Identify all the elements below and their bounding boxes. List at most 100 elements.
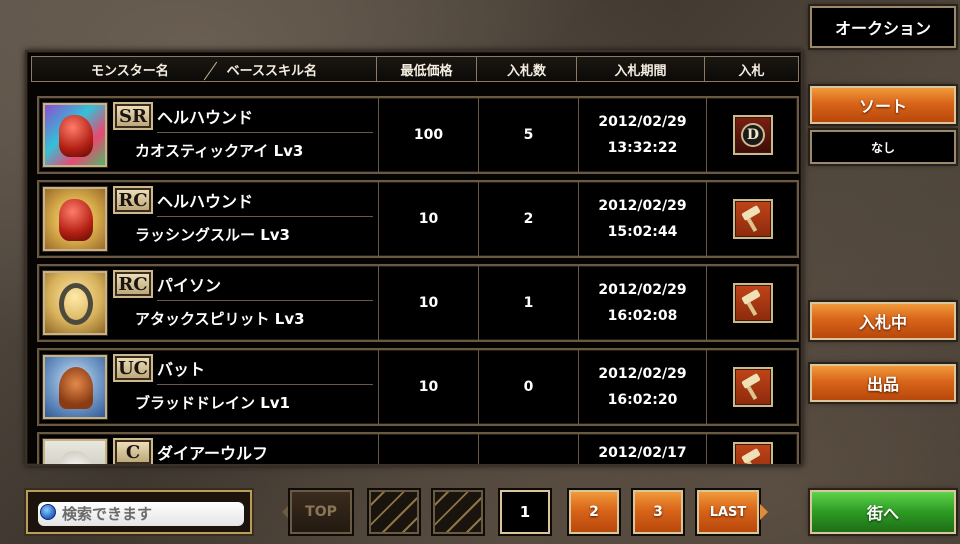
bid-time: 13:32:22	[607, 140, 678, 156]
page-last-button[interactable]: LAST	[697, 490, 759, 534]
hammer-icon	[740, 373, 766, 401]
table-row[interactable]: RC ヘルハウンド ラッシングスルー Lv3 10 2 2012/02/29 1…	[37, 180, 799, 258]
rarity-badge: UC	[113, 354, 153, 382]
sort-value-text: なし	[870, 140, 895, 155]
bid-time: 15:02:44	[607, 224, 678, 240]
bid-date: 2012/02/29	[598, 114, 687, 130]
monster-cell: RC パイソン アタックスピリット Lv3	[39, 266, 379, 340]
bid-count: 2	[479, 182, 579, 256]
bid-period: 2012/02/17	[579, 434, 707, 464]
bid-button[interactable]	[733, 199, 773, 239]
bid-action-cell	[707, 350, 799, 424]
search-icon	[40, 504, 56, 520]
bid-action-cell	[707, 266, 799, 340]
monster-name: ダイアーウルフ	[157, 444, 269, 463]
page-prev-placeholder	[369, 490, 419, 534]
table-row[interactable]: SR ヘルハウンド カオスティックアイ Lv3 100 5 2012/02/29…	[37, 96, 799, 174]
page-2-label: 2	[589, 504, 599, 520]
monster-name: ヘルハウンド	[157, 192, 254, 211]
bidding-button-label: 入札中	[858, 313, 907, 332]
min-price: 10	[379, 182, 479, 256]
page-current-label: 1	[519, 503, 531, 521]
page-2-button[interactable]: 2	[569, 490, 619, 534]
rarity-badge: RC	[113, 186, 153, 214]
hammer-icon	[740, 448, 766, 464]
bid-button[interactable]	[733, 367, 773, 407]
monster-name: バット	[157, 360, 206, 379]
monster-thumbnail	[43, 103, 107, 167]
bid-time: 16:02:20	[607, 392, 678, 408]
monster-thumbnail	[43, 439, 107, 464]
hammer-icon	[740, 205, 766, 233]
column-bid-count: 入札数	[477, 57, 577, 81]
bid-action-cell	[707, 434, 799, 464]
page-top-label: TOP	[305, 504, 337, 520]
bid-period: 2012/02/29 16:02:20	[579, 350, 707, 424]
table-row[interactable]: C ダイアーウルフ 2012/02/17	[37, 432, 799, 464]
divider	[157, 300, 373, 301]
arrow-left-icon	[282, 504, 290, 520]
divider	[157, 132, 373, 133]
min-price: 10	[379, 266, 479, 340]
divider	[157, 216, 373, 217]
page-3-label: 3	[653, 504, 663, 520]
table-row[interactable]: RC パイソン アタックスピリット Lv3 10 1 2012/02/29 16…	[37, 264, 799, 342]
page-3-button[interactable]: 3	[633, 490, 683, 534]
column-base-skill: ベーススキル名	[226, 63, 318, 79]
town-button[interactable]: 街へ	[810, 490, 956, 534]
bid-date: 2012/02/29	[598, 198, 687, 214]
page-current[interactable]: 1	[500, 490, 550, 534]
bid-date: 2012/02/17	[598, 445, 687, 461]
monster-name: ヘルハウンド	[157, 108, 254, 127]
wolf-art	[59, 451, 93, 464]
bid-period: 2012/02/29 15:02:44	[579, 182, 707, 256]
min-price: 100	[379, 98, 479, 172]
skill-name: アタックスピリット Lv3	[135, 310, 305, 328]
bid-period: 2012/02/29 13:32:22	[579, 98, 707, 172]
table-header: モンスター名 ベーススキル名 最低価格 入札数 入札期間 入札	[31, 56, 799, 82]
python-art	[59, 283, 93, 325]
column-bid: 入札	[738, 63, 765, 79]
search-box	[26, 490, 252, 534]
monster-cell: RC ヘルハウンド ラッシングスルー Lv3	[39, 182, 379, 256]
rarity-badge: RC	[113, 270, 153, 298]
skill-name: ブラッドドレイン Lv1	[135, 394, 290, 412]
bid-button[interactable]	[733, 442, 773, 464]
bid-action-cell: D	[707, 98, 799, 172]
rarity-badge: C	[113, 438, 153, 464]
min-price: 10	[379, 350, 479, 424]
monster-cell: UC バット ブラッドドレイン Lv1	[39, 350, 379, 424]
min-price	[379, 434, 479, 464]
page-top-button[interactable]: TOP	[290, 490, 352, 534]
column-divider-slash	[203, 61, 218, 81]
bid-action-cell	[707, 182, 799, 256]
skill-name: ラッシングスルー Lv3	[135, 226, 290, 244]
listing-button[interactable]: 出品	[810, 364, 956, 402]
auction-table: モンスター名 ベーススキル名 最低価格 入札数 入札期間 入札 SR ヘルハウン…	[25, 50, 803, 466]
page-prev-placeholder	[433, 490, 483, 534]
bid-count: 5	[479, 98, 579, 172]
monster-cell: SR ヘルハウンド カオスティックアイ Lv3	[39, 98, 379, 172]
listing-button-label: 出品	[866, 375, 899, 394]
bidding-button[interactable]: 入札中	[810, 302, 956, 340]
sort-button[interactable]: ソート	[810, 86, 956, 124]
bid-date: 2012/02/29	[598, 366, 687, 382]
table-row[interactable]: UC バット ブラッドドレイン Lv1 10 0 2012/02/29 16:0…	[37, 348, 799, 426]
page-title: オークション	[810, 6, 956, 48]
sort-value-display[interactable]: なし	[810, 130, 956, 164]
search-input[interactable]	[38, 502, 244, 526]
skill-name: カオスティックアイ Lv3	[135, 142, 304, 160]
bid-button[interactable]	[733, 283, 773, 323]
column-min-price: 最低価格	[377, 57, 477, 81]
monster-cell: C ダイアーウルフ	[39, 434, 379, 464]
bid-count: 1	[479, 266, 579, 340]
bat-art	[59, 367, 93, 409]
column-monster-name: モンスター名	[90, 63, 169, 79]
d-badge-icon: D	[741, 123, 765, 147]
town-button-label: 街へ	[866, 504, 899, 523]
hammer-icon	[740, 289, 766, 317]
column-bid-period: 入札期間	[577, 57, 705, 81]
bid-button[interactable]: D	[733, 115, 773, 155]
monster-thumbnail	[43, 187, 107, 251]
hellhound-art	[59, 115, 93, 157]
